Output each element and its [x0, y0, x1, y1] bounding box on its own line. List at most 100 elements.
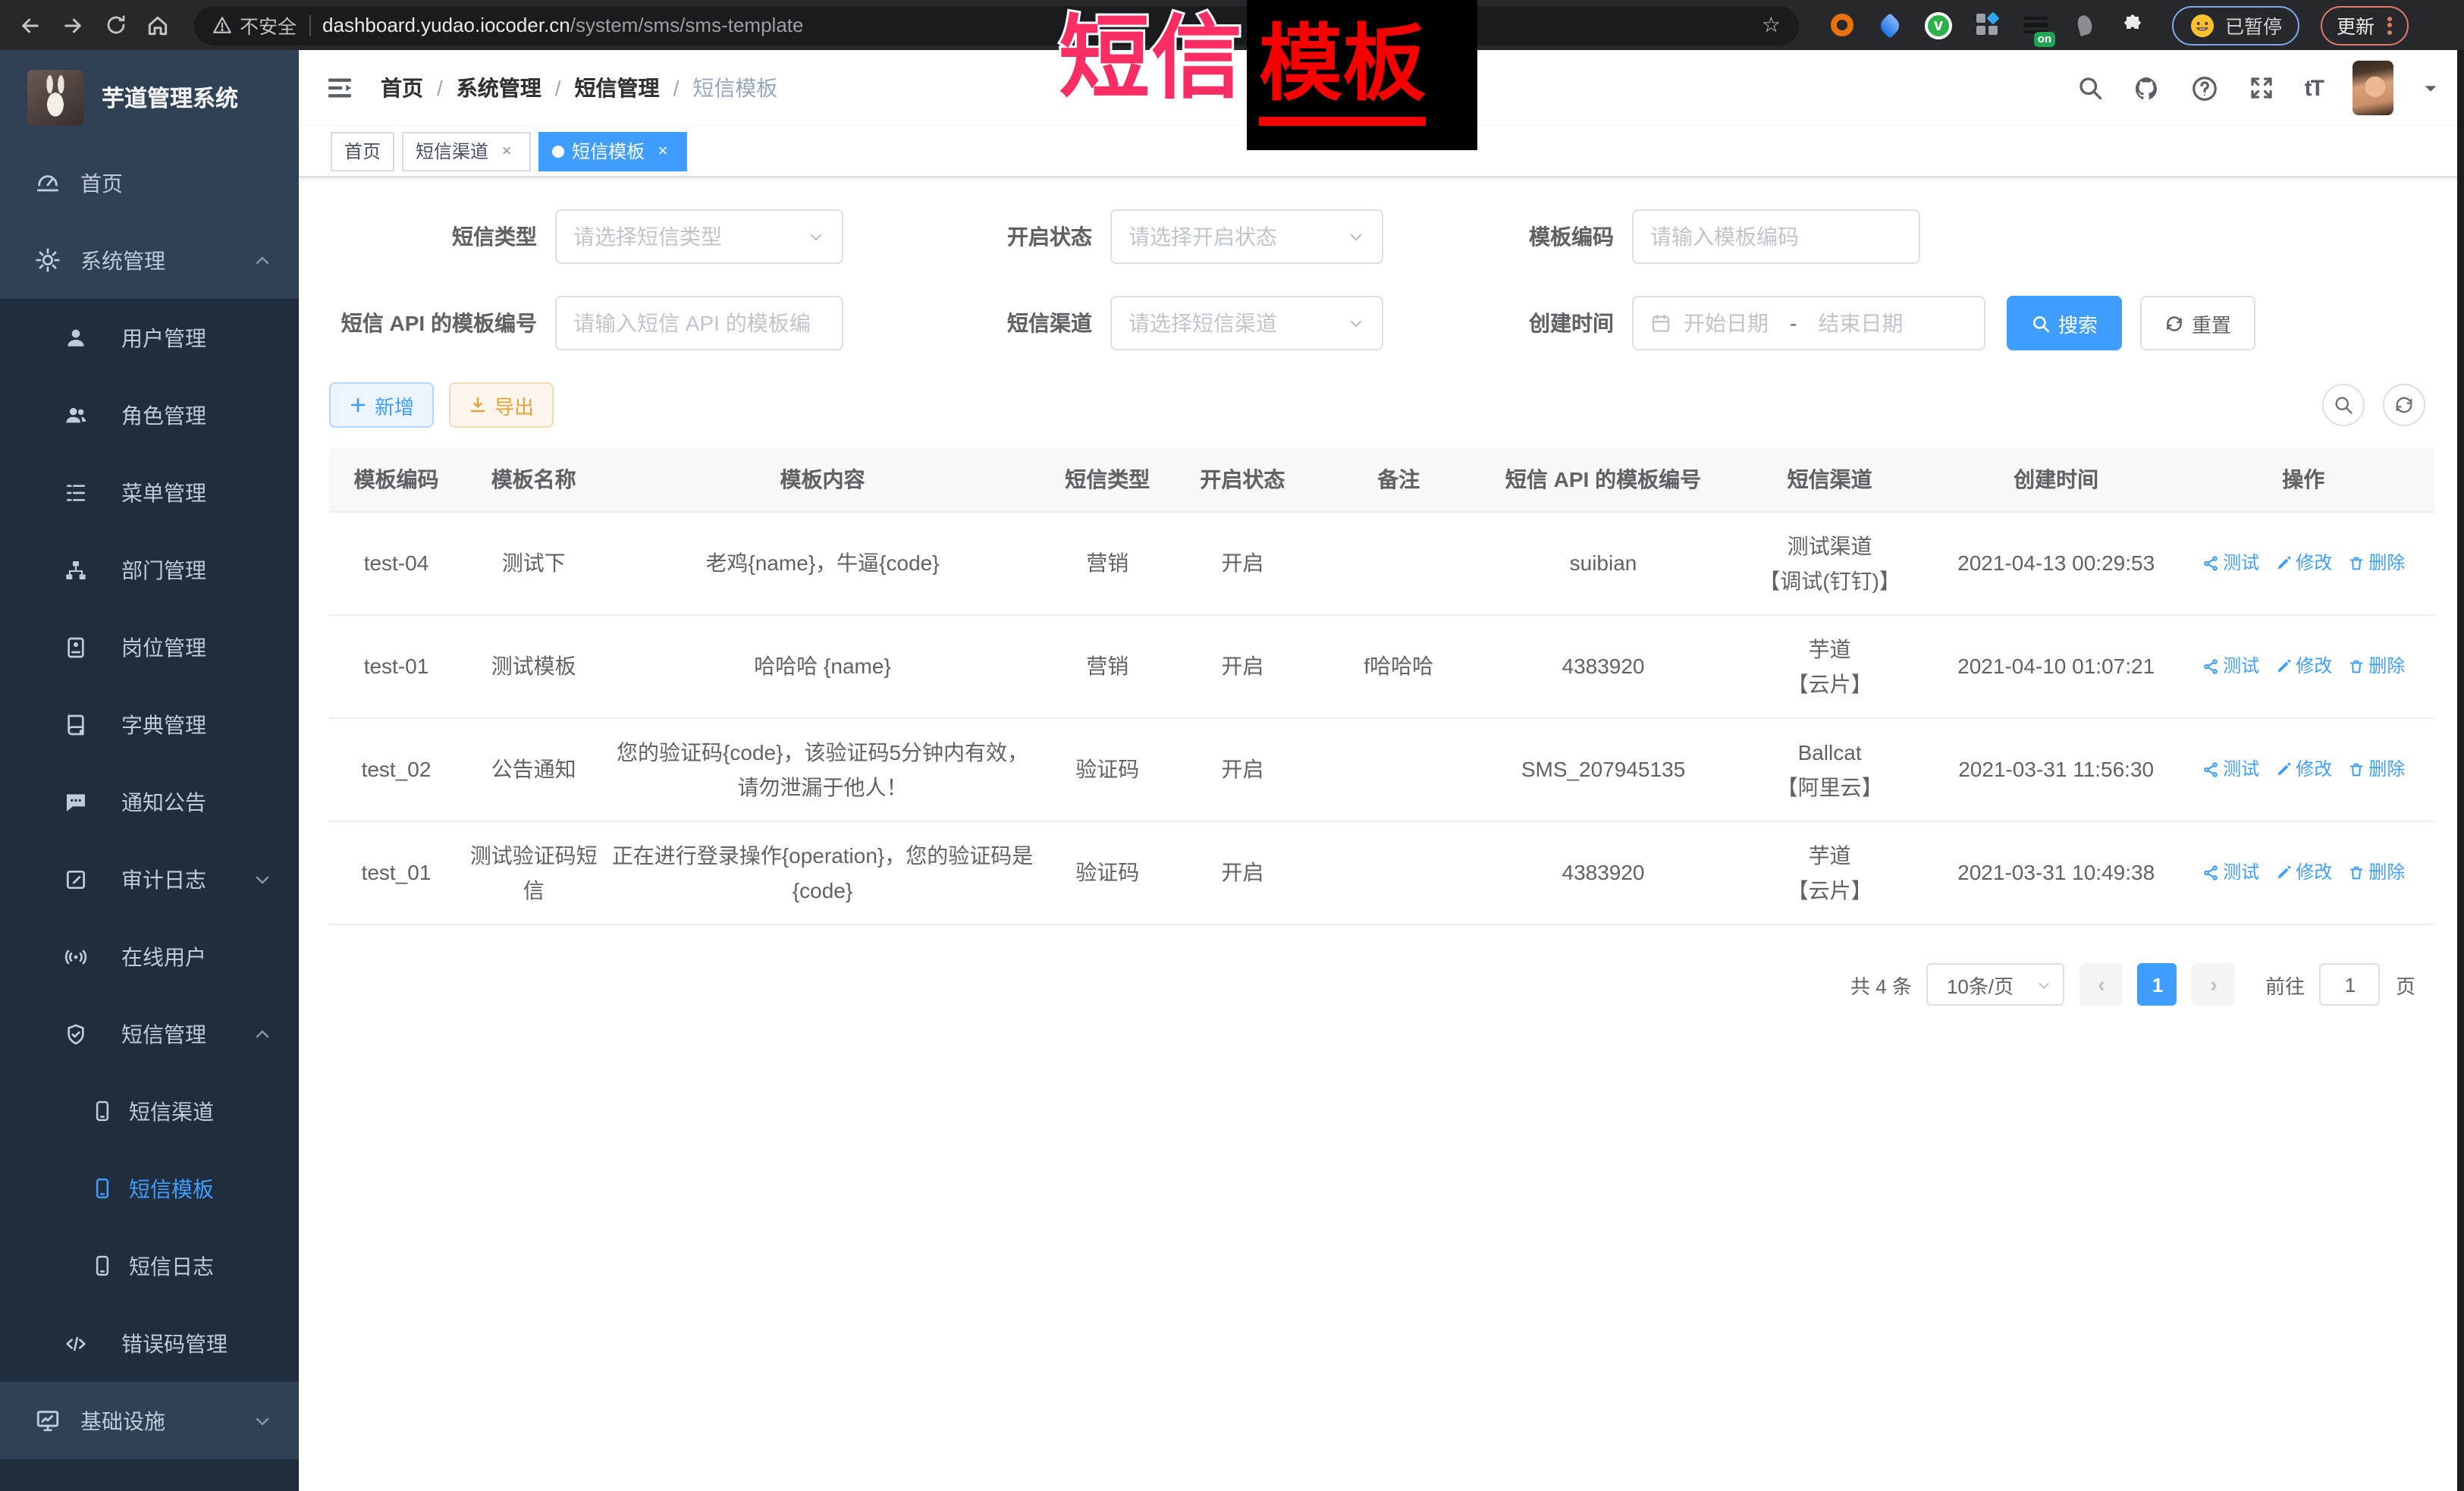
- breadcrumb-item-system[interactable]: 系统管理: [457, 73, 541, 103]
- current-page-button[interactable]: 1: [2138, 963, 2177, 1006]
- sidebar-item-roles[interactable]: 角色管理: [0, 376, 299, 454]
- extension-ring-icon[interactable]: [1826, 10, 1857, 40]
- extensions-puzzle-icon[interactable]: [2117, 10, 2148, 40]
- update-button[interactable]: 更新: [2320, 5, 2408, 45]
- address-bar[interactable]: 不安全 dashboard.yudao.iocoder.cn/system/sm…: [194, 5, 1799, 45]
- search-icon[interactable]: [2077, 74, 2105, 102]
- channel-select[interactable]: 请选择短信渠道: [1110, 296, 1383, 350]
- collapse-sidebar-icon[interactable]: [325, 73, 355, 103]
- tag-home[interactable]: 首页: [331, 131, 394, 171]
- cell-api-id: SMS_207945135: [1486, 719, 1721, 821]
- tag-sms-channel[interactable]: 短信渠道 ×: [402, 131, 531, 171]
- url-text: dashboard.yudao.iocoder.cn/system/sms/sm…: [322, 14, 803, 36]
- delete-action[interactable]: 删除: [2347, 855, 2405, 890]
- sidebar-item-online-users[interactable]: 在线用户: [0, 918, 299, 995]
- profile-paused-chip[interactable]: 已暂停: [2172, 5, 2299, 45]
- hide-search-icon[interactable]: [2321, 384, 2364, 426]
- edit-action[interactable]: 修改: [2274, 546, 2332, 581]
- breadcrumb-item-sms[interactable]: 短信管理: [575, 73, 660, 103]
- avatar[interactable]: [2352, 61, 2393, 115]
- cell-code: test_01: [329, 822, 463, 924]
- sidebar-item-notices[interactable]: 通知公告: [0, 763, 299, 840]
- cell-channel: 芋道【云片】: [1720, 822, 1938, 924]
- channel-name: Ballcat: [1798, 735, 1862, 770]
- extension-pin-icon[interactable]: [2069, 10, 2099, 40]
- sitemap-icon: [64, 557, 88, 582]
- sidebar-item-sms[interactable]: 短信管理: [0, 995, 299, 1072]
- goto-page-input[interactable]: 1: [2320, 963, 2381, 1006]
- delete-action[interactable]: 删除: [2347, 546, 2405, 581]
- extension-list-icon[interactable]: on: [2020, 10, 2051, 40]
- sidebar-item-sms-log[interactable]: 短信日志: [0, 1227, 299, 1304]
- edit-action[interactable]: 修改: [2274, 855, 2332, 890]
- test-action[interactable]: 测试: [2202, 546, 2259, 581]
- back-icon[interactable]: [12, 7, 49, 43]
- window-scrollbar-track[interactable]: [2456, 50, 2464, 1491]
- forward-icon[interactable]: [55, 7, 91, 43]
- template-code-input[interactable]: 请输入模板编码: [1632, 209, 1920, 264]
- delete-action-label: 删除: [2368, 855, 2405, 890]
- close-icon[interactable]: ×: [496, 142, 517, 160]
- export-button-label: 导出: [494, 391, 534, 419]
- help-icon[interactable]: [2191, 74, 2220, 102]
- extension-grid-icon[interactable]: [1972, 10, 2002, 40]
- bookmark-star-icon[interactable]: ☆: [1762, 12, 1781, 38]
- cell-type: 验证码: [1041, 822, 1174, 924]
- test-action[interactable]: 测试: [2202, 752, 2259, 787]
- share-icon: [2202, 865, 2218, 881]
- fullscreen-icon[interactable]: [2249, 74, 2276, 102]
- share-icon: [2202, 761, 2218, 778]
- api-template-id-input[interactable]: 请输入短信 API 的模板编: [555, 296, 843, 350]
- col-header: 短信 API 的模板编号: [1486, 447, 1721, 511]
- sidebar-item-posts[interactable]: 岗位管理: [0, 608, 299, 686]
- delete-action[interactable]: 删除: [2347, 752, 2405, 787]
- cell-channel: Ballcat【阿里云】: [1720, 719, 1938, 821]
- browser-menu-icon[interactable]: [2387, 16, 2391, 34]
- sidebar-item-home[interactable]: 首页: [0, 144, 299, 221]
- app-layout: 芋道管理系统 首页 系统管理 用户管理 角色管理: [0, 50, 2464, 1491]
- edit-action[interactable]: 修改: [2274, 752, 2332, 787]
- sidebar-item-sms-channel[interactable]: 短信渠道: [0, 1072, 299, 1150]
- font-size-icon[interactable]: tT: [2305, 75, 2323, 101]
- export-button[interactable]: 导出: [449, 382, 554, 428]
- sidebar-item-sms-template[interactable]: 短信模板: [0, 1150, 299, 1227]
- refresh-table-icon[interactable]: [2382, 384, 2425, 426]
- goto-label: 前往: [2265, 970, 2305, 999]
- reset-button[interactable]: 重置: [2140, 296, 2255, 350]
- reload-icon[interactable]: [97, 7, 133, 43]
- prev-page-button[interactable]: ‹: [2080, 963, 2123, 1006]
- next-page-button[interactable]: ›: [2192, 963, 2235, 1006]
- close-icon[interactable]: ×: [652, 142, 673, 160]
- delete-action[interactable]: 删除: [2347, 649, 2405, 684]
- tag-sms-template[interactable]: 短信模板 ×: [538, 131, 687, 171]
- sidebar-item-audit-log[interactable]: 审计日志: [0, 840, 299, 918]
- sidebar-item-infrastructure[interactable]: 基础设施: [0, 1382, 299, 1459]
- caret-down-icon[interactable]: [2422, 80, 2438, 96]
- create-time-range-picker[interactable]: 开始日期 - 结束日期: [1632, 296, 1985, 350]
- test-action[interactable]: 测试: [2202, 855, 2259, 890]
- extension-green-icon[interactable]: v: [1923, 10, 1954, 40]
- template-code-label: 模板编码: [1383, 221, 1614, 252]
- sidebar-item-system[interactable]: 系统管理: [0, 221, 299, 299]
- sidebar-item-error-codes[interactable]: 错误码管理: [0, 1304, 299, 1382]
- security-status[interactable]: 不安全: [212, 11, 297, 39]
- header-actions: tT: [2077, 61, 2438, 115]
- search-button[interactable]: 搜索: [2007, 296, 2122, 350]
- sidebar-item-dictionary[interactable]: 字典管理: [0, 686, 299, 763]
- user-icon: [64, 325, 88, 350]
- extension-drop-icon[interactable]: [1875, 10, 1905, 40]
- status-select[interactable]: 请选择开启状态: [1110, 209, 1383, 264]
- github-icon[interactable]: [2133, 74, 2162, 102]
- sidebar-item-departments[interactable]: 部门管理: [0, 531, 299, 608]
- page-size-select[interactable]: 10条/页: [1927, 963, 2065, 1006]
- add-button[interactable]: 新增: [329, 382, 434, 428]
- edit-action[interactable]: 修改: [2274, 649, 2332, 684]
- breadcrumb-item-home[interactable]: 首页: [381, 73, 423, 103]
- test-action-label: 测试: [2223, 855, 2259, 890]
- home-icon[interactable]: [140, 7, 176, 43]
- sms-type-select[interactable]: 请选择短信类型: [555, 209, 843, 264]
- sidebar-logo[interactable]: 芋道管理系统: [0, 50, 299, 144]
- sidebar-item-menus[interactable]: 菜单管理: [0, 454, 299, 531]
- sidebar-item-users[interactable]: 用户管理: [0, 299, 299, 376]
- test-action[interactable]: 测试: [2202, 649, 2259, 684]
